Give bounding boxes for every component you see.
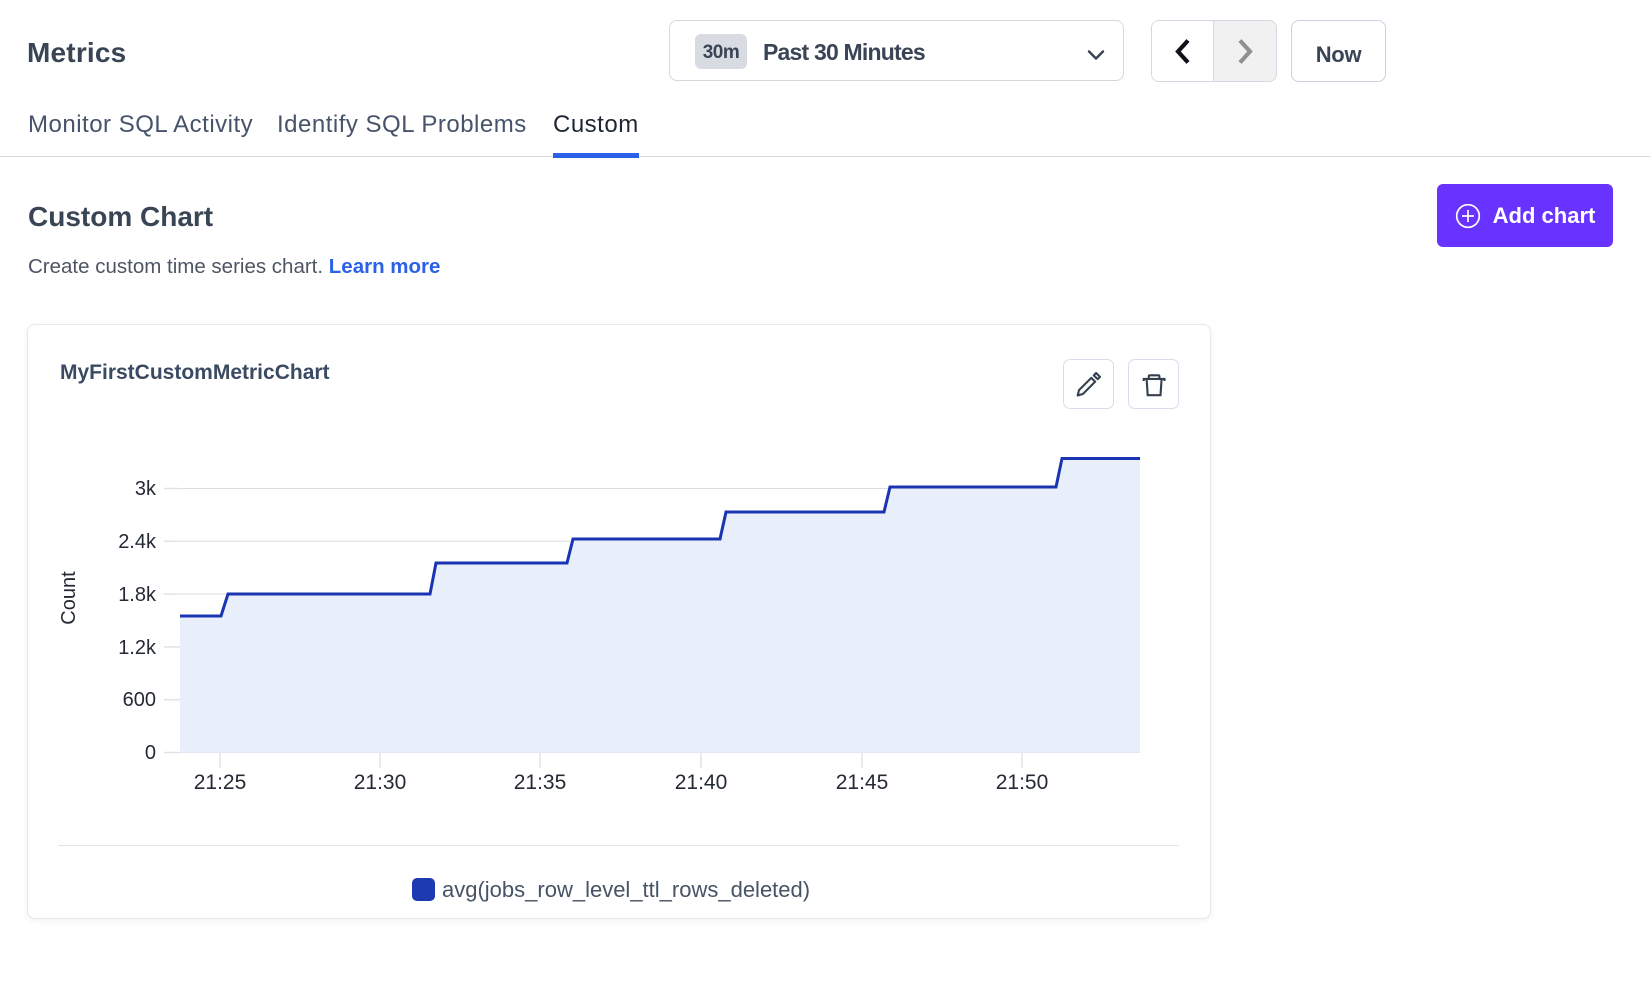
svg-text:1.2k: 1.2k (118, 637, 157, 659)
svg-text:600: 600 (123, 689, 156, 711)
svg-text:avg(jobs_row_level_ttl_rows_de: avg(jobs_row_level_ttl_rows_deleted) (442, 877, 810, 902)
svg-text:21:50: 21:50 (996, 771, 1049, 794)
svg-text:21:25: 21:25 (194, 771, 247, 794)
svg-text:2.4k: 2.4k (118, 531, 157, 553)
svg-text:0: 0 (145, 742, 156, 764)
svg-text:21:45: 21:45 (836, 771, 889, 794)
svg-text:21:40: 21:40 (675, 771, 728, 794)
svg-text:3k: 3k (135, 478, 157, 500)
svg-text:Count: Count (58, 571, 80, 625)
svg-text:21:30: 21:30 (354, 771, 407, 794)
svg-text:1.8k: 1.8k (118, 584, 157, 606)
svg-text:21:35: 21:35 (514, 771, 567, 794)
